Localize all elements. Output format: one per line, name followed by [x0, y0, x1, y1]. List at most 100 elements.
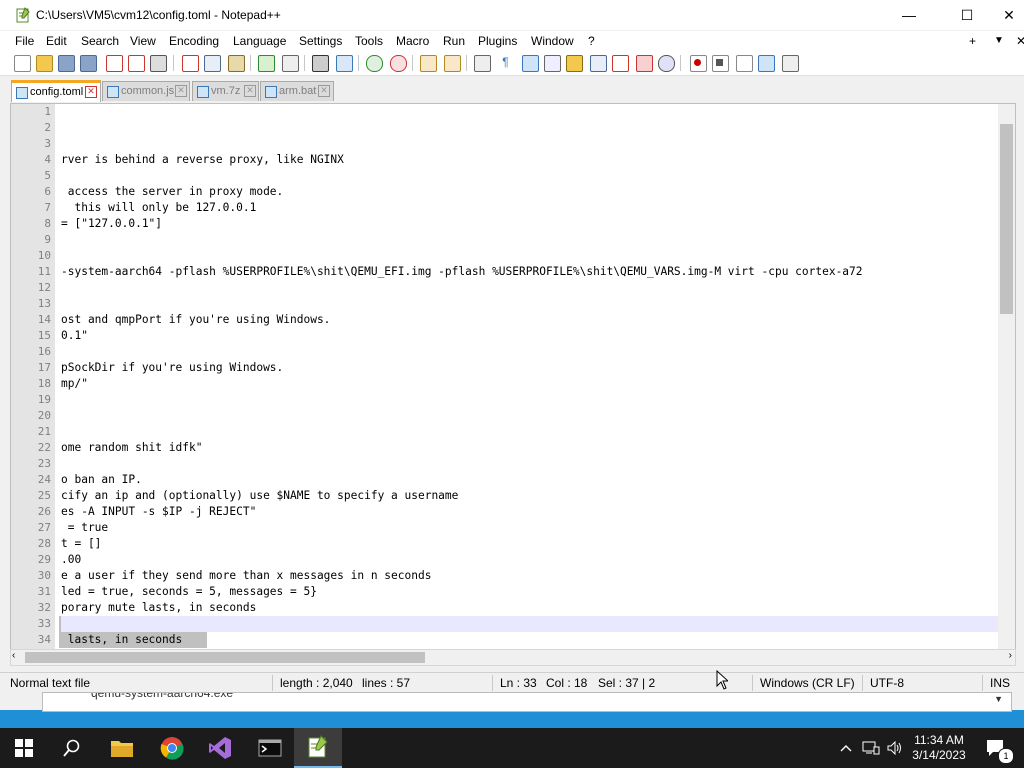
menu-tools[interactable]: Tools — [355, 34, 383, 48]
record-macro-icon[interactable] — [690, 55, 707, 72]
tab-arm-bat[interactable]: arm.bat ✕ — [260, 81, 334, 101]
stop-macro-icon[interactable] — [712, 55, 729, 72]
play-macro-icon[interactable] — [736, 55, 753, 72]
close-file-icon[interactable] — [106, 55, 123, 72]
horizontal-scrollbar[interactable]: ‹ › — [10, 649, 1016, 666]
insert-mode[interactable]: INS — [990, 676, 1010, 690]
menu-plugins[interactable]: Plugins — [478, 34, 517, 48]
code-line[interactable]: pSockDir if you're using Windows. — [61, 361, 283, 374]
scroll-left-icon[interactable]: ‹ — [12, 650, 15, 661]
zoom-in-icon[interactable] — [366, 55, 383, 72]
tab-close-icon[interactable]: ✕ — [175, 85, 187, 97]
title-bar[interactable]: C:\Users\VM5\cvm12\config.toml - Notepad… — [0, 0, 1024, 30]
undo-icon[interactable] — [258, 55, 275, 72]
code-line[interactable]: mp/" — [61, 377, 88, 390]
sync-vertical-icon[interactable] — [420, 55, 437, 72]
code-line[interactable]: this will only be 127.0.0.1 — [61, 201, 256, 214]
replace-icon[interactable] — [336, 55, 353, 72]
add-tab-button[interactable]: + — [969, 34, 976, 48]
menu-help[interactable]: ? — [588, 34, 595, 48]
maximize-button[interactable]: ☐ — [944, 0, 990, 30]
scroll-right-icon[interactable]: › — [1009, 650, 1012, 661]
run-macro-multiple-icon[interactable] — [758, 55, 775, 72]
document-map-icon[interactable] — [566, 55, 583, 72]
new-file-icon[interactable] — [14, 55, 31, 72]
code-line[interactable]: es -A INPUT -s $IP -j REJECT" — [61, 505, 256, 518]
menu-file[interactable]: File — [15, 34, 34, 48]
action-center-button[interactable]: 1 — [976, 728, 1016, 768]
menu-search[interactable]: Search — [81, 34, 119, 48]
code-line[interactable]: .00 — [61, 553, 81, 566]
code-line[interactable]: ost and qmpPort if you're using Windows. — [61, 313, 330, 326]
volume-tray-button[interactable] — [884, 728, 906, 768]
show-hidden-icons-button[interactable] — [836, 728, 856, 768]
monitoring-icon[interactable] — [658, 55, 675, 72]
menu-encoding[interactable]: Encoding — [169, 34, 219, 48]
terminal-button[interactable] — [246, 728, 294, 768]
tab-close-icon[interactable]: ✕ — [318, 85, 330, 97]
code-line[interactable]: ome random shit idfk" — [61, 441, 202, 454]
zoom-out-icon[interactable] — [390, 55, 407, 72]
code-line[interactable]: t = [] — [61, 537, 101, 550]
code-line[interactable]: = ["127.0.0.1"] — [61, 217, 162, 230]
menu-window[interactable]: Window — [531, 34, 574, 48]
start-button[interactable] — [0, 728, 48, 768]
tab-close-icon[interactable]: ✕ — [85, 86, 97, 98]
code-line[interactable]: e a user if they send more than x messag… — [61, 569, 431, 582]
visual-studio-button[interactable] — [196, 728, 244, 768]
menu-run[interactable]: Run — [443, 34, 465, 48]
tab-config-toml[interactable]: config.toml ✕ — [11, 80, 101, 102]
user-defined-language-icon[interactable] — [544, 55, 561, 72]
open-file-icon[interactable] — [36, 55, 53, 72]
close-all-icon[interactable] — [128, 55, 145, 72]
menu-edit[interactable]: Edit — [46, 34, 67, 48]
document-list-icon[interactable] — [590, 55, 607, 72]
search-button[interactable] — [48, 728, 96, 768]
find-icon[interactable] — [312, 55, 329, 72]
code-line[interactable]: lasts, in seconds — [61, 633, 183, 646]
code-line[interactable]: 0.1" — [61, 329, 88, 342]
tab-close-icon[interactable]: ✕ — [244, 85, 256, 97]
vertical-scroll-thumb[interactable] — [1000, 124, 1013, 314]
file-explorer-button[interactable] — [98, 728, 146, 768]
save-icon[interactable] — [58, 55, 75, 72]
code-line[interactable]: rver is behind a reverse proxy, like NGI… — [61, 153, 344, 166]
code-line[interactable]: -system-aarch64 -pflash %USERPROFILE%\sh… — [61, 265, 863, 278]
close-document-button[interactable]: ✕ — [1016, 34, 1024, 48]
copy-icon[interactable] — [204, 55, 221, 72]
cut-icon[interactable] — [182, 55, 199, 72]
save-all-icon[interactable] — [80, 55, 97, 72]
menu-view[interactable]: View — [130, 34, 156, 48]
function-list-icon[interactable] — [612, 55, 629, 72]
menu-macro[interactable]: Macro — [396, 34, 429, 48]
indent-guide-icon[interactable] — [522, 55, 539, 72]
tab-common-js[interactable]: common.js ✕ — [102, 81, 190, 101]
clock[interactable]: 11:34 AM 3/14/2023 — [906, 728, 972, 768]
minimize-button[interactable]: — — [886, 0, 932, 30]
sync-horizontal-icon[interactable] — [444, 55, 461, 72]
code-line[interactable]: porary mute lasts, in seconds — [61, 601, 256, 614]
redo-icon[interactable] — [282, 55, 299, 72]
code-line[interactable]: = true — [61, 521, 108, 534]
tab-list-dropdown[interactable]: ▼ — [994, 35, 1004, 46]
eol-format[interactable]: Windows (CR LF) — [760, 676, 855, 690]
show-all-characters-icon[interactable]: ¶ — [498, 55, 513, 70]
tab-vm-7z[interactable]: vm.7z ✕ — [192, 81, 259, 101]
encoding[interactable]: UTF-8 — [870, 676, 904, 690]
save-macro-icon[interactable] — [782, 55, 799, 72]
code-line[interactable]: cify an ip and (optionally) use $NAME to… — [61, 489, 458, 502]
code-line[interactable]: led = true, seconds = 5, messages = 5} — [61, 585, 317, 598]
chrome-button[interactable] — [148, 728, 196, 768]
vertical-scrollbar[interactable] — [998, 104, 1015, 650]
folder-as-workspace-icon[interactable] — [636, 55, 653, 72]
network-tray-button[interactable] — [860, 728, 882, 768]
code-line[interactable]: access the server in proxy mode. — [61, 185, 284, 198]
menu-settings[interactable]: Settings — [299, 34, 342, 48]
menu-language[interactable]: Language — [233, 34, 286, 48]
paste-icon[interactable] — [228, 55, 245, 72]
code-line[interactable]: o ban an IP. — [61, 473, 142, 486]
word-wrap-icon[interactable] — [474, 55, 491, 72]
code-text[interactable]: rver is behind a reverse proxy, like NGI… — [59, 104, 1015, 650]
notepad-plus-plus-taskbar-button[interactable] — [294, 728, 342, 768]
horizontal-scroll-thumb[interactable] — [25, 652, 425, 663]
